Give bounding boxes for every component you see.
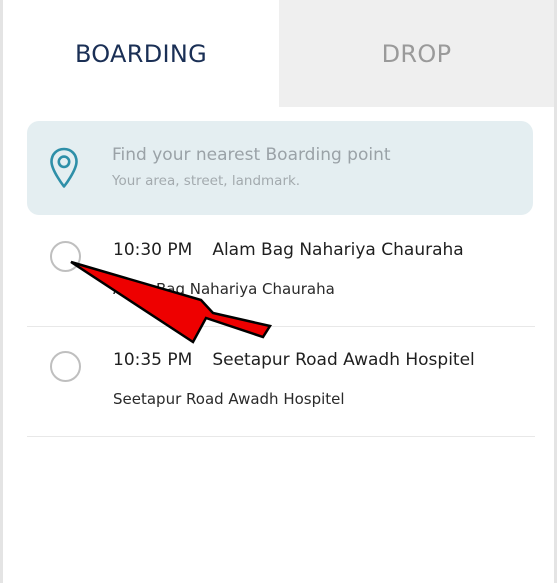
radio-button[interactable] [50, 241, 81, 272]
location-pin-icon [50, 147, 78, 188]
boarding-time: 10:35 PM [113, 350, 193, 370]
search-hint: Your area, street, landmark. [112, 173, 301, 189]
boarding-search-input[interactable]: Find your nearest Boarding point Your ar… [27, 121, 533, 215]
boarding-point-screen: BOARDING DROP Find your nearest Boarding… [0, 0, 557, 583]
tab-boarding[interactable]: BOARDING [3, 0, 279, 107]
boarding-point-name: Alam Bag Nahariya Chauraha [212, 240, 464, 260]
search-placeholder: Find your nearest Boarding point [112, 145, 391, 165]
boarding-time: 10:30 PM [113, 240, 193, 260]
boarding-point-title: 10:35 PM Seetapur Road Awadh Hospitel [113, 350, 475, 370]
boarding-point-name: Seetapur Road Awadh Hospitel [212, 350, 475, 370]
boarding-point-address: Seetapur Road Awadh Hospitel [113, 390, 345, 408]
tab-bar: BOARDING DROP [3, 0, 554, 107]
radio-button[interactable] [50, 351, 81, 382]
tab-drop[interactable]: DROP [279, 0, 554, 107]
boarding-point-title: 10:30 PM Alam Bag Nahariya Chauraha [113, 240, 464, 260]
boarding-point-item[interactable]: 10:30 PM Alam Bag Nahariya Chauraha Alam … [27, 218, 535, 327]
boarding-point-item[interactable]: 10:35 PM Seetapur Road Awadh Hospitel See… [27, 328, 535, 437]
boarding-point-address: Alam Bag Nahariya Chauraha [113, 280, 335, 298]
